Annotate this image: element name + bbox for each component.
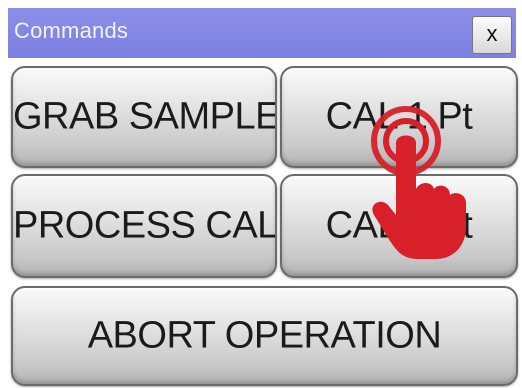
- grab-sample-label: GRAB SAMPLE: [13, 95, 277, 138]
- close-button[interactable]: x: [472, 16, 512, 54]
- abort-operation-button[interactable]: ABORT OPERATION: [11, 286, 518, 386]
- process-cal-label: PROCESS CAL: [13, 204, 277, 247]
- commands-screen: Commands x GRAB SAMPLE CAL 1 Pt PROCESS …: [0, 0, 522, 388]
- grab-sample-button[interactable]: GRAB SAMPLE: [11, 66, 277, 168]
- window-title: Commands: [14, 18, 129, 43]
- process-cal-button[interactable]: PROCESS CAL: [11, 174, 277, 278]
- cal-1-pt-button[interactable]: CAL 1 Pt: [280, 66, 518, 168]
- cal-1-pt-label: CAL 1 Pt: [325, 95, 473, 138]
- cal-2-pt-button[interactable]: CAL 2 Pt: [280, 174, 518, 278]
- command-panel: GRAB SAMPLE CAL 1 Pt PROCESS CAL CAL 2 P…: [8, 58, 518, 388]
- cal-2-pt-label: CAL 2 Pt: [325, 204, 473, 247]
- abort-operation-label: ABORT OPERATION: [87, 314, 442, 357]
- title-bar: Commands x: [8, 8, 516, 58]
